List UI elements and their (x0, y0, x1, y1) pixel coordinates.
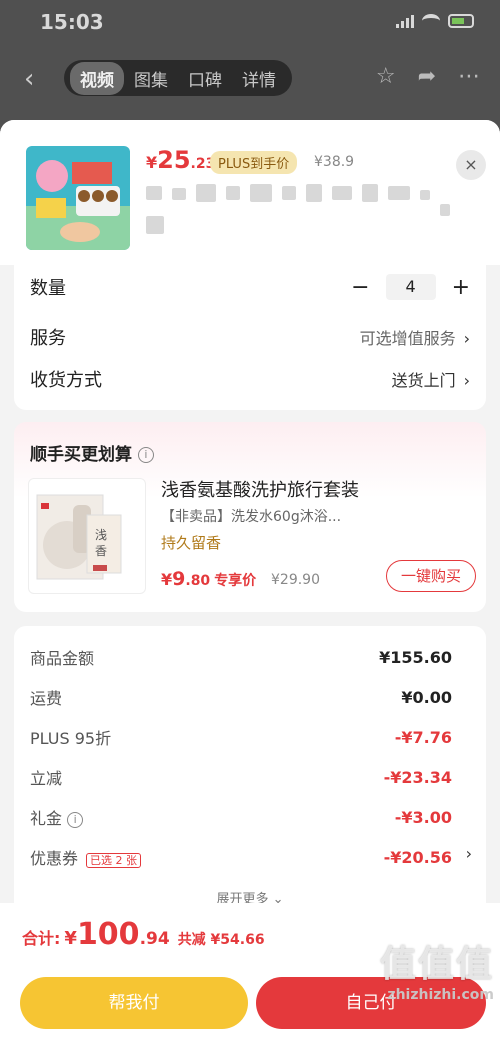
tab-reviews[interactable]: 口碑 (178, 62, 232, 95)
delivery-value: 送货上门 (391, 371, 456, 390)
summary-row: 商品金额 ¥155.60 (30, 647, 452, 669)
chevron-right-icon: › (463, 371, 470, 390)
addon-product-desc: 【非卖品】洗发水60g沐浴... (161, 509, 342, 525)
site-watermark: 值值值 zhizhizhi.com (379, 944, 494, 1003)
quantity-stepper: − 4 + (351, 274, 470, 300)
product-header: ¥25.23 PLUS到手价 ¥38.9 × (0, 120, 500, 265)
status-time: 15:03 (40, 10, 104, 34)
star-icon[interactable]: ☆ (376, 64, 396, 89)
coupon-row[interactable]: 优惠券 已选 2 张 -¥20.56 (30, 844, 452, 870)
checkout-bar: 合计: ¥100.94 共减 ¥54.66 帮我付 自己付 值值值 zhizhizh… (0, 903, 500, 1037)
service-label: 服务 (30, 328, 66, 349)
info-icon[interactable]: i (67, 811, 84, 828)
quantity-input[interactable]: 4 (385, 274, 436, 300)
addon-product-tag: 持久留香 (161, 534, 222, 552)
product-tabs: 视频 图集 口碑 详情 (64, 60, 292, 96)
purchase-sheet: ¥25.23 PLUS到手价 ¥38.9 × 数量 − 4 + 服务 可选增值服… (0, 120, 500, 1037)
total-saved: 共减 ¥54.66 (177, 932, 265, 948)
service-value: 可选增值服务 (359, 329, 456, 348)
share-icon[interactable]: ➦ (418, 64, 436, 89)
addon-card: 顺手买更划算 i 浅 香 浅香氨基酸洗护旅行套装 【非卖品】洗发水60g沐浴..… (14, 422, 486, 612)
service-row[interactable]: 服务 可选增值服务 › (30, 322, 470, 352)
chevron-right-icon: › (465, 844, 472, 863)
product-price: ¥25.23 (146, 146, 216, 174)
signal-icon (396, 14, 414, 28)
total-price: 合计: ¥100.94 共减 ¥54.66 (22, 917, 265, 952)
addon-product-name[interactable]: 浅香氨基酸洗护旅行套装 (161, 476, 359, 502)
wifi-icon (422, 14, 440, 28)
info-icon[interactable]: i (137, 447, 154, 463)
minus-icon[interactable]: − (351, 275, 369, 300)
price-summary-card: 商品金额 ¥155.60 运费 ¥0.00 PLUS 95折 -¥7.76 立减 -¥2… (14, 626, 486, 926)
coupon-count-badge: 已选 2 张 (86, 853, 142, 868)
product-nav-bar: ‹ 视频 图集 口碑 详情 ☆ ➦ ⋯ (0, 58, 500, 98)
original-price: ¥38.9 (314, 154, 355, 170)
tab-details[interactable]: 详情 (232, 62, 286, 95)
chevron-right-icon: › (463, 329, 470, 348)
one-click-buy-button[interactable]: 一键购买 (386, 560, 476, 592)
tab-gallery[interactable]: 图集 (124, 62, 178, 95)
quantity-row: 数量 − 4 + (30, 272, 470, 302)
tab-video[interactable]: 视频 (70, 61, 124, 95)
svg-text:浅: 浅 (95, 528, 107, 542)
quantity-label: 数量 (30, 278, 66, 299)
chevron-left-icon[interactable]: ‹ (24, 64, 34, 94)
addon-title: 顺手买更划算 i (30, 440, 154, 465)
addon-product-image[interactable]: 浅 香 (28, 478, 146, 594)
status-bar: 15:03 (0, 8, 500, 36)
summary-row: 运费 ¥0.00 (30, 687, 452, 709)
addon-price: ¥9.80 专享价 (161, 568, 257, 590)
product-thumbnail (26, 146, 130, 250)
delivery-label: 收货方式 (30, 370, 102, 391)
plus-icon[interactable]: + (452, 275, 470, 300)
svg-text:香: 香 (95, 544, 107, 558)
delivery-row[interactable]: 收货方式 送货上门 › (30, 364, 470, 394)
options-card: 数量 − 4 + 服务 可选增值服务 › 收货方式 送货上门 › (14, 260, 486, 410)
summary-row: 立减 -¥23.34 (30, 767, 452, 789)
close-icon[interactable]: × (456, 150, 486, 180)
summary-row: PLUS 95折 -¥7.76 (30, 727, 452, 749)
battery-icon (448, 14, 474, 28)
plus-price-badge: PLUS到手价 (210, 151, 298, 174)
help-me-pay-button[interactable]: 帮我付 (20, 977, 248, 1029)
more-icon[interactable]: ⋯ (458, 64, 480, 89)
addon-original-price: ¥29.90 (271, 572, 320, 588)
summary-row: 礼金 i -¥3.00 (30, 807, 452, 829)
